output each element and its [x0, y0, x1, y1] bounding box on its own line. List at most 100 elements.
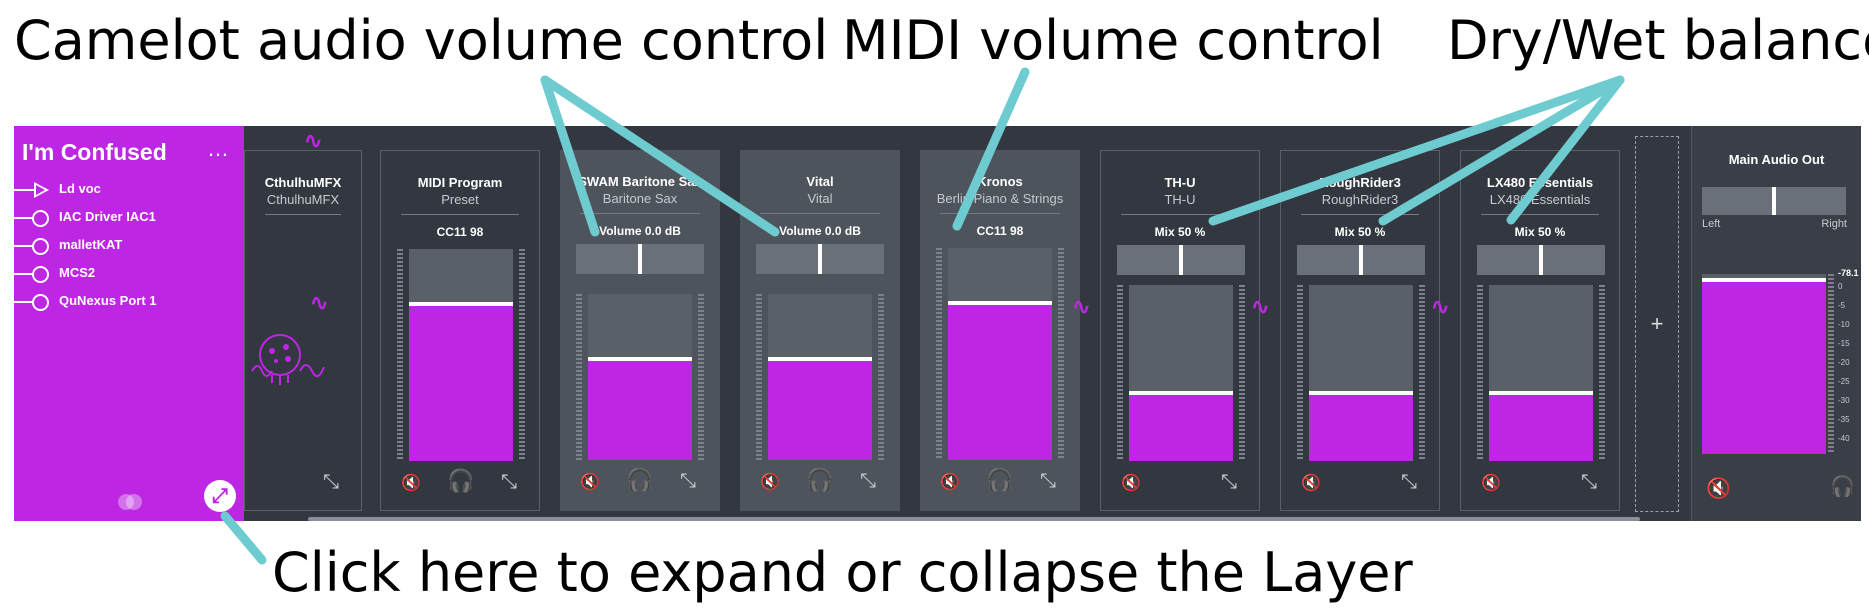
plugin-strip: RoughRider3 RoughRider3 Mix 50 % 🔇 ⤡ — [1280, 150, 1440, 511]
pan-left-label: Left — [1702, 218, 1721, 230]
midi-input-item[interactable]: Ld voc — [14, 176, 234, 204]
main-out-headphones-icon[interactable]: 🎧 — [1830, 474, 1855, 499]
strip-control-label: Mix 50 % — [1514, 225, 1566, 239]
midi-input-item[interactable]: IAC Driver IAC1 — [14, 204, 234, 232]
level-meter[interactable] — [397, 249, 525, 461]
meter-track[interactable] — [1489, 285, 1593, 461]
expand-plugin-icon[interactable]: ⤡ — [1581, 472, 1597, 492]
expand-layer-button[interactable]: ⤢ — [204, 480, 236, 512]
strip-preset[interactable]: Berlin Piano & Strings — [920, 191, 1080, 206]
meter-track[interactable] — [588, 294, 692, 460]
horizontal-scrollbar[interactable] — [308, 517, 1640, 521]
strip-preset[interactable]: Baritone Sax — [560, 191, 720, 206]
more-options-icon[interactable]: … — [207, 136, 230, 162]
plugin-strip: TH-U TH-U Mix 50 % 🔇 ⤡ — [1100, 150, 1260, 511]
level-meter[interactable] — [1477, 285, 1605, 461]
mute-icon[interactable]: 🔇 — [1121, 474, 1141, 494]
level-meter[interactable] — [576, 294, 704, 460]
volume-slider[interactable] — [756, 244, 884, 274]
strip-name[interactable]: MIDI Program — [381, 175, 539, 190]
plugin-strip: Kronos Berlin Piano & Strings CC11 98 🔇 🎧 ⤡ — [920, 150, 1080, 511]
mute-icon[interactable]: 🔇 — [940, 473, 960, 493]
level-meter[interactable] — [1117, 285, 1245, 461]
headphones-icon[interactable]: 🎧 — [447, 470, 474, 492]
main-out-mute-icon[interactable]: 🔇 — [1706, 476, 1731, 501]
mix-slider[interactable] — [1297, 245, 1425, 275]
mute-icon[interactable]: 🔇 — [580, 473, 600, 493]
midi-input-item[interactable]: MCS2 — [14, 260, 234, 288]
mix-slider[interactable] — [1117, 245, 1245, 275]
meter-track[interactable] — [1309, 285, 1413, 461]
headphones-icon[interactable]: 🎧 — [806, 469, 833, 491]
strip-name[interactable]: CthulhuMFX — [245, 175, 361, 190]
expand-plugin-icon[interactable]: ⤡ — [680, 471, 696, 491]
mute-icon[interactable]: 🔇 — [401, 474, 421, 494]
expand-plugin-icon[interactable]: ⤡ — [1221, 472, 1237, 492]
meter-ticks — [1477, 285, 1483, 461]
strip-control-label: Mix 50 % — [1334, 225, 1386, 239]
pan-right-label: Right — [1821, 218, 1847, 230]
meter-ticks — [756, 294, 762, 460]
volume-slider[interactable] — [576, 244, 704, 274]
meter-track[interactable] — [768, 294, 872, 460]
peak-level-label: -78.1 — [1838, 268, 1859, 278]
strip-preset[interactable]: CthulhuMFX — [245, 192, 361, 207]
slider-knob[interactable] — [1539, 245, 1543, 275]
expand-plugin-icon[interactable]: ⤡ — [323, 472, 339, 492]
midi-input-label: malletKAT — [59, 237, 123, 252]
strip-control-label: Volume 0.0 dB — [599, 224, 681, 238]
add-plugin-button[interactable]: + — [1635, 136, 1679, 512]
strip-name[interactable]: Vital — [740, 174, 900, 189]
pan-knob[interactable] — [1772, 187, 1776, 215]
midi-input-item[interactable]: QuNexus Port 1 — [14, 288, 234, 316]
db-scale — [1828, 274, 1834, 454]
headphones-icon[interactable]: 🎧 — [626, 469, 653, 491]
strip-divider — [1301, 214, 1419, 215]
mute-icon[interactable]: 🔇 — [1481, 474, 1501, 494]
main-out-level-fill — [1702, 277, 1826, 454]
strip-preset[interactable]: Vital — [740, 191, 900, 206]
meter-track[interactable] — [1129, 285, 1233, 461]
db-tick-label: -35 — [1838, 415, 1850, 424]
main-out-pan-slider[interactable] — [1702, 187, 1846, 215]
expand-plugin-icon[interactable]: ⤡ — [860, 471, 876, 491]
strip-name[interactable]: RoughRider3 — [1281, 175, 1439, 190]
strip-name[interactable]: SWAM Baritone Sax — [560, 174, 720, 189]
main-out-volume-fader[interactable] — [1702, 274, 1826, 454]
strip-name[interactable]: Kronos — [920, 174, 1080, 189]
midi-input-item[interactable]: malletKAT — [14, 232, 234, 260]
strip-preset[interactable]: RoughRider3 — [1281, 192, 1439, 207]
meter-track[interactable] — [948, 248, 1052, 460]
strip-name[interactable]: LX480 Essentials — [1461, 175, 1619, 190]
strip-preset[interactable]: Preset — [381, 192, 539, 207]
pointer-expand — [220, 511, 267, 565]
strip-preset[interactable]: TH-U — [1101, 192, 1259, 207]
headphones-icon[interactable]: 🎧 — [986, 469, 1013, 491]
slider-knob[interactable] — [638, 244, 642, 274]
expand-plugin-icon[interactable]: ⤡ — [1040, 471, 1056, 491]
meter-ticks — [698, 294, 704, 460]
level-meter[interactable] — [756, 294, 884, 460]
slider-knob[interactable] — [818, 244, 822, 274]
expand-icon: ⤢ — [212, 484, 228, 507]
expand-plugin-icon[interactable]: ⤡ — [1401, 472, 1417, 492]
meter-ticks — [878, 294, 884, 460]
db-tick-label: -20 — [1838, 358, 1850, 367]
slider-knob[interactable] — [1359, 245, 1363, 275]
mix-slider[interactable] — [1477, 245, 1605, 275]
strip-name[interactable]: TH-U — [1101, 175, 1259, 190]
audio-connection-icon: ∿ — [310, 290, 329, 315]
mute-icon[interactable]: 🔇 — [1301, 474, 1321, 494]
expand-plugin-icon[interactable]: ⤡ — [501, 472, 517, 492]
midi-input-list: Ld voc IAC Driver IAC1 malletKAT MCS2 QuNexu… — [14, 176, 234, 316]
meter-ticks — [1297, 285, 1303, 461]
midi-input-label: QuNexus Port 1 — [59, 293, 157, 308]
meter-track[interactable] — [409, 249, 513, 461]
mute-icon[interactable]: 🔇 — [760, 473, 780, 493]
strip-preset[interactable]: LX480 Essentials — [1461, 192, 1619, 207]
slider-knob[interactable] — [1179, 245, 1183, 275]
midi-connector-line — [14, 217, 34, 219]
level-meter[interactable] — [1297, 285, 1425, 461]
meter-ticks — [936, 248, 942, 460]
level-meter[interactable] — [936, 248, 1064, 460]
